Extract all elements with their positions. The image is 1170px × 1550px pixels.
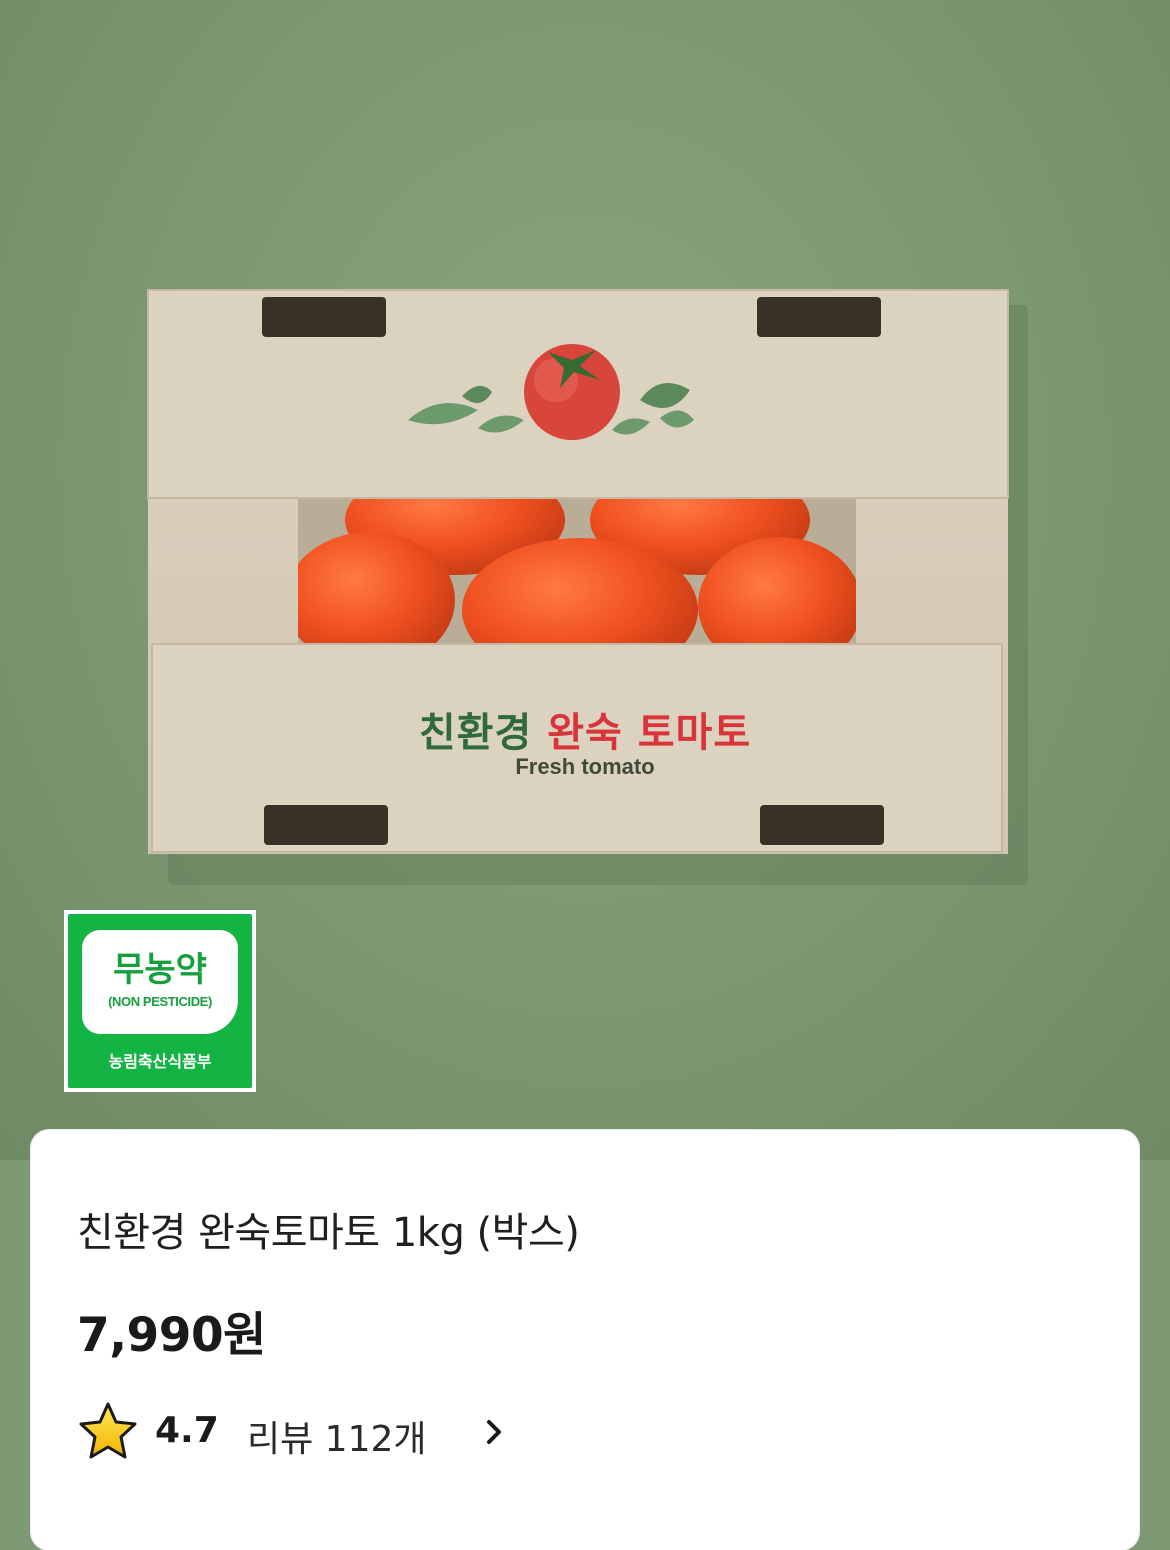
badge-ministry-text: 농림축산식품부: [108, 1052, 212, 1071]
product-info-card: 친환경 완숙토마토 1kg (박스) 7,990원 4.7 리뷰 112개: [31, 1130, 1139, 1550]
badge-background: 무농약 (NON PESTICIDE) 농림축산식품부: [68, 914, 252, 1088]
rating-value: 4.7: [155, 1410, 219, 1451]
review-count-link[interactable]: 리뷰 112개: [247, 1410, 427, 1462]
rating-row[interactable]: 4.7 리뷰 112개: [77, 1400, 577, 1460]
chevron-right-icon[interactable]: [479, 1412, 509, 1452]
non-pesticide-badge: 무농약 (NON PESTICIDE) 농림축산식품부: [64, 910, 256, 1092]
box-label-korean: 친환경 완숙 토마토: [0, 700, 1170, 758]
badge-main-text: 무농약: [113, 950, 207, 990]
star-icon: [79, 1402, 137, 1459]
product-price: 7,990원: [77, 1308, 266, 1363]
box-label-green: 친환경: [418, 710, 533, 756]
product-image: 친환경 완숙 토마토 Fresh tomato 무농약 (NON PESTICI…: [0, 0, 1170, 1160]
product-title: 친환경 완숙토마토 1kg (박스): [77, 1210, 580, 1256]
box-label-red: 완숙 토마토: [547, 710, 752, 756]
badge-label-area: 무농약 (NON PESTICIDE): [82, 930, 238, 1034]
box-label-english: Fresh tomato: [515, 754, 655, 779]
badge-sub-text: (NON PESTICIDE): [108, 994, 212, 1009]
